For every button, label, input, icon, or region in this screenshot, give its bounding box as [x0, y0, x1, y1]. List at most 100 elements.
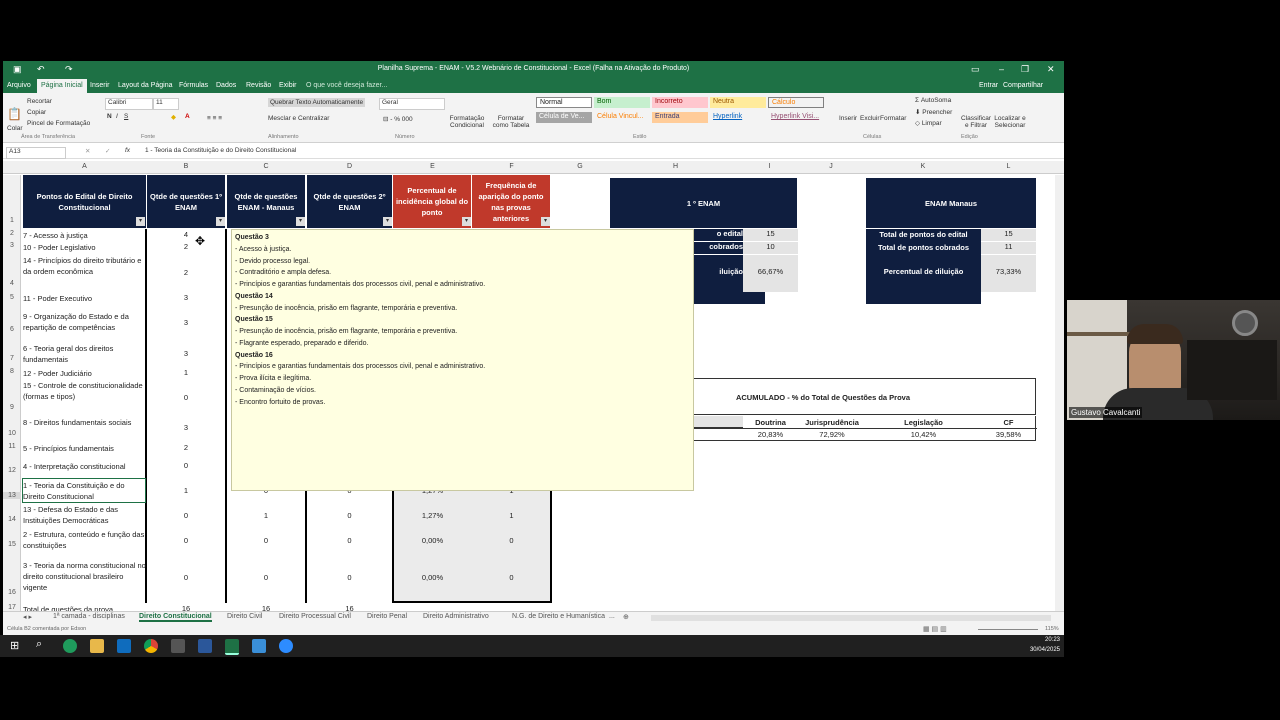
number-format-select[interactable]: Geral — [379, 98, 445, 110]
menu-inserir[interactable]: Inserir — [90, 82, 109, 89]
zoom-icon[interactable] — [279, 639, 293, 653]
row-number[interactable]: 10 — [3, 430, 21, 437]
pincel-button[interactable]: Pincel de Formatação — [27, 120, 90, 127]
filter-dropdown-icon[interactable]: ▾ — [296, 217, 305, 226]
maximize-button[interactable]: ❐ — [1021, 64, 1029, 75]
windows-start-icon[interactable]: ⊞ — [10, 639, 19, 652]
cell-b[interactable]: 0 — [146, 536, 226, 545]
cell-d[interactable]: 0 — [306, 511, 393, 520]
enam1-value-edital[interactable]: 15 — [743, 229, 798, 241]
delete-cells-button[interactable]: Excluir — [860, 115, 880, 122]
style-normal[interactable]: Normal — [536, 97, 592, 108]
style-entrada[interactable]: Entrada — [652, 112, 708, 123]
word-icon[interactable] — [198, 639, 212, 653]
row-number[interactable]: 15 — [3, 541, 21, 548]
row-number[interactable]: 14 — [3, 516, 21, 523]
col-header-f[interactable]: F — [472, 163, 551, 170]
cell-a[interactable]: 9 - Organização do Estado e da repartiçã… — [23, 311, 146, 333]
add-sheet-icon[interactable]: ⊕ — [623, 613, 629, 621]
zoom-slider[interactable] — [978, 629, 1038, 630]
paste-button[interactable]: Colar — [7, 125, 23, 132]
ribbon-display-icon[interactable]: ▭ — [971, 64, 980, 75]
font-color-icon[interactable]: A — [185, 113, 190, 120]
sheet-tab[interactable]: N.G. de Direito e Humanística — [512, 613, 605, 620]
cell-f[interactable]: 0 — [472, 536, 551, 545]
cell-b[interactable]: 2 — [146, 268, 226, 277]
enam1-value-cobrados[interactable]: 10 — [743, 242, 798, 254]
cell-a[interactable]: 13 - Defesa do Estado e das Instituições… — [23, 504, 146, 526]
row-number[interactable]: 5 — [3, 294, 21, 301]
menu-dados[interactable]: Dados — [216, 82, 236, 89]
enam1-value-diluicao[interactable]: 66,67% — [743, 255, 798, 292]
cell-a[interactable]: 10 - Poder Legislativo — [23, 242, 146, 253]
format-cells-button[interactable]: Formatar — [880, 115, 906, 122]
cell-e[interactable]: 1,27% — [393, 511, 472, 520]
style-bom[interactable]: Bom — [594, 97, 650, 108]
cell-b[interactable]: 2 — [146, 242, 226, 251]
cell-b[interactable]: 3 — [146, 293, 226, 302]
menu-layout[interactable]: Layout da Página — [118, 82, 173, 89]
compartilhar-button[interactable]: Compartilhar — [1003, 82, 1043, 89]
percent-button[interactable]: ⊟ - % 000 — [383, 115, 413, 123]
cell-d[interactable]: 0 — [306, 573, 393, 582]
row-number[interactable]: 6 — [3, 326, 21, 333]
cell-f[interactable]: 0 — [472, 573, 551, 582]
row-number[interactable]: 16 — [3, 589, 21, 596]
cell-b[interactable]: 1 — [146, 368, 226, 377]
col-header-k[interactable]: K — [865, 163, 981, 170]
cell-b[interactable]: 1 — [146, 486, 226, 495]
acumulado-value-cf[interactable]: 39,58% — [981, 430, 1036, 439]
cell-e[interactable]: 0,00% — [393, 536, 472, 545]
paste-icon[interactable]: 📋 — [7, 107, 22, 121]
cell-b[interactable]: 3 — [146, 349, 226, 358]
outlook-icon[interactable] — [117, 639, 131, 653]
zoom-level[interactable]: 115% — [1045, 626, 1059, 632]
fill-color-icon[interactable]: ◆ — [171, 113, 176, 121]
close-button[interactable]: ✕ — [1047, 64, 1055, 75]
find-select-button[interactable]: Localizar e Selecionar — [993, 115, 1027, 129]
style-hyperlink-visitado[interactable]: Hyperlink Visi... — [768, 112, 824, 123]
copiar-button[interactable]: Copiar — [27, 109, 46, 116]
manaus-value-diluicao[interactable]: 73,33% — [981, 255, 1036, 292]
enter-icon[interactable]: ✓ — [105, 147, 110, 155]
formula-input[interactable]: 1 - Teoria da Constituição e do Direito … — [145, 147, 296, 154]
col-header-a[interactable]: A — [23, 163, 146, 170]
sheet-tab[interactable]: Direito Processual Civil — [279, 613, 351, 620]
col-header-l[interactable]: L — [981, 163, 1036, 170]
cell-c[interactable]: 1 — [226, 511, 306, 520]
cell-a[interactable]: 15 - Controle de constitucionalidade (fo… — [23, 380, 146, 402]
chrome-icon[interactable] — [144, 639, 158, 653]
merge-center-button[interactable]: Mesclar e Centralizar — [268, 115, 329, 122]
fill-button[interactable]: ⬇ Preencher — [915, 108, 952, 116]
filter-dropdown-icon[interactable]: ▾ — [136, 217, 145, 226]
app-icon[interactable] — [252, 639, 266, 653]
menu-formulas[interactable]: Fórmulas — [179, 82, 208, 89]
acumulado-value-doutrina[interactable]: 20,83% — [743, 430, 798, 439]
sheet-tab-active[interactable]: Direito Constitucional — [139, 613, 212, 622]
cell-c[interactable]: 0 — [226, 573, 306, 582]
row-number[interactable]: 12 — [3, 467, 21, 474]
menu-revisao[interactable]: Revisão — [246, 82, 271, 89]
conditional-format-button[interactable]: Formatação Condicional — [447, 115, 487, 129]
cell-a[interactable]: 1 - Teoria da Constituição e do Direito … — [23, 480, 146, 502]
col-header-d[interactable]: D — [306, 163, 393, 170]
filter-dropdown-icon[interactable]: ▾ — [462, 217, 471, 226]
style-celula-verificacao[interactable]: Célula de Ve... — [536, 112, 592, 123]
row-number[interactable]: 13 — [3, 492, 21, 499]
cell-b[interactable]: 0 — [146, 393, 226, 402]
bold-button[interactable]: N — [107, 113, 112, 120]
style-incorreto[interactable]: Incorreto — [652, 97, 708, 108]
cell-b[interactable]: 0 — [146, 511, 226, 520]
tell-me-search[interactable]: O que você deseja fazer... — [306, 82, 387, 89]
minimize-button[interactable]: – — [999, 64, 1004, 74]
sheet-tab[interactable]: Direito Administrativo — [423, 613, 489, 620]
align-icons[interactable]: ≡ ≡ ≡ — [207, 115, 222, 122]
row-number[interactable]: 11 — [3, 443, 21, 450]
cell-b[interactable]: 0 — [146, 573, 226, 582]
cell-a[interactable]: 3 - Teoria da norma constitucional no di… — [23, 560, 146, 593]
cell-b[interactable]: 3 — [146, 423, 226, 432]
filter-dropdown-icon[interactable]: ▾ — [383, 217, 392, 226]
sheet-tab[interactable]: 1ª camada - disciplinas — [53, 613, 125, 620]
col-header-e[interactable]: E — [393, 163, 472, 170]
excel-icon[interactable] — [225, 639, 239, 655]
